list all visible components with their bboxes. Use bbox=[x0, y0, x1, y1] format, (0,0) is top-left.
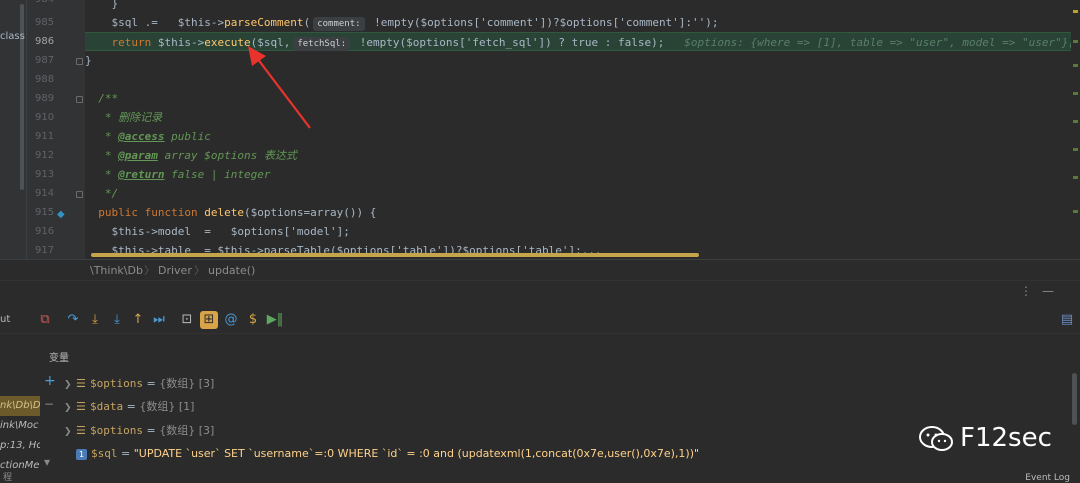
frame-item[interactable]: nk\Db\Dr bbox=[0, 396, 40, 416]
line-gutter: 984 985 986 987 988 989 910 911 912 913 … bbox=[27, 0, 85, 259]
line-number: 987 bbox=[35, 55, 55, 66]
code-line: public function delete($options=array())… bbox=[98, 206, 377, 219]
stripe-mark[interactable] bbox=[1073, 10, 1078, 13]
remove-watch-icon[interactable]: − bbox=[44, 397, 54, 411]
wechat-icon bbox=[919, 426, 953, 451]
frames-icon[interactable]: ⧉ bbox=[36, 311, 54, 329]
variable-row[interactable]: ❯ ☰ $options = {数组} [3] bbox=[64, 372, 214, 395]
variables-header: 变量 bbox=[0, 334, 1080, 368]
code-line: } bbox=[85, 54, 92, 67]
line-number: 912 bbox=[35, 150, 55, 161]
error-stripe[interactable] bbox=[1071, 0, 1080, 259]
line-number: 916 bbox=[35, 226, 55, 237]
more-options-icon[interactable]: ⋮ bbox=[1020, 284, 1032, 298]
variable-row[interactable]: 1 $sql = "UPDATE `user` SET `username`=:0… bbox=[76, 442, 699, 465]
layout-icon[interactable]: ▤ bbox=[1058, 311, 1076, 329]
expand-chevron-icon[interactable]: ❯ bbox=[64, 421, 76, 444]
event-log-link[interactable]: Event Log bbox=[1025, 473, 1070, 483]
line-number: 988 bbox=[35, 74, 55, 85]
stripe-mark[interactable] bbox=[1073, 210, 1078, 213]
code-line: */ bbox=[98, 187, 119, 200]
array-icon: ☰ bbox=[76, 424, 86, 437]
line-number: 985 bbox=[35, 17, 55, 28]
code-line: /** bbox=[98, 92, 119, 105]
line-number: 913 bbox=[35, 169, 55, 180]
watermark-text: F12sec bbox=[960, 423, 1052, 453]
string-type-icon: 1 bbox=[76, 448, 87, 460]
line-number: 910 bbox=[35, 112, 55, 123]
stripe-mark[interactable] bbox=[1073, 176, 1078, 179]
run-to-cursor-icon[interactable]: ⏭ bbox=[150, 311, 168, 329]
line-number: 917 bbox=[35, 245, 55, 256]
variable-row[interactable]: ❯ ☰ $data = {数组} [1] bbox=[64, 395, 194, 418]
breadcrumb-item[interactable]: \Think\Db bbox=[90, 262, 143, 279]
stripe-mark[interactable] bbox=[1073, 40, 1078, 43]
array-icon: ☰ bbox=[76, 377, 86, 390]
tab-label-fragment[interactable]: ut bbox=[0, 314, 10, 325]
stripe-mark[interactable] bbox=[1073, 64, 1078, 67]
panel-header: ⋮ — bbox=[0, 281, 1080, 303]
variables-scrollbar[interactable] bbox=[1072, 373, 1077, 425]
watermark: F12sec bbox=[918, 422, 1053, 456]
dollar-icon[interactable]: $ bbox=[244, 311, 262, 329]
annotation-arrow bbox=[248, 46, 311, 129]
variable-row[interactable]: ❯ ☰ $options = {数组} [3] bbox=[64, 419, 214, 442]
filter-icon[interactable]: ▾ bbox=[44, 455, 50, 469]
array-icon: ☰ bbox=[76, 400, 86, 413]
line-number: 911 bbox=[35, 131, 55, 142]
mention-icon[interactable]: @ bbox=[222, 311, 240, 329]
step-out-icon[interactable]: ↑ bbox=[129, 311, 147, 329]
param-hint: comment: bbox=[313, 17, 365, 31]
horizontal-scrollbar[interactable] bbox=[91, 253, 699, 257]
evaluate-icon[interactable]: ⊡ bbox=[178, 311, 196, 329]
fold-icon[interactable] bbox=[76, 191, 83, 198]
stripe-mark[interactable] bbox=[1073, 92, 1078, 95]
frame-item[interactable]: ink\Moc bbox=[0, 416, 40, 436]
code-line: * @access public bbox=[98, 130, 211, 143]
class-fragment: class bbox=[0, 31, 25, 42]
step-over-icon[interactable]: ↷ bbox=[64, 311, 82, 329]
line-number: 986 bbox=[35, 36, 55, 47]
code-line: } bbox=[111, 0, 119, 10]
code-line: * 删除记录 bbox=[98, 111, 163, 124]
frames-list: nk\Db\Dr ink\Moc p:13, Ho ctionMe bbox=[0, 374, 40, 483]
code-line: * @return false | integer bbox=[98, 168, 271, 181]
line-number: 984 bbox=[35, 0, 79, 5]
expand-chevron-icon[interactable]: ❯ bbox=[64, 374, 76, 397]
step-into-icon[interactable]: ⤓ bbox=[86, 311, 104, 329]
breadcrumb-separator: 〉 bbox=[144, 264, 155, 277]
add-watch-icon[interactable]: + bbox=[44, 373, 56, 389]
project-strip: class bbox=[0, 0, 27, 259]
frame-item[interactable]: p:13, Ho bbox=[0, 436, 40, 456]
inline-debug-values: $options: {where => [1], table => "user"… bbox=[684, 36, 1080, 49]
resume-icon[interactable]: ▶‖ bbox=[266, 311, 284, 329]
breadcrumb-item[interactable]: Driver bbox=[158, 262, 192, 279]
bottom-fragment: 程 bbox=[3, 473, 13, 483]
fold-icon[interactable] bbox=[76, 58, 83, 65]
breadcrumb-separator: 〉 bbox=[194, 264, 205, 277]
code-editor[interactable]: class 984 985 986 987 988 989 910 911 91… bbox=[0, 0, 1080, 259]
override-marker-icon[interactable]: ◆ bbox=[57, 209, 65, 220]
breadcrumb: \Think\Db 〉 Driver 〉 update() bbox=[0, 259, 1080, 280]
current-execution-line: return $this->execute($sql, fetchSql: !em… bbox=[85, 32, 1080, 51]
force-step-into-icon[interactable]: ⤓ bbox=[108, 311, 126, 329]
stripe-mark[interactable] bbox=[1073, 148, 1078, 151]
code-line: $sql .= $this->parseComment(comment: !em… bbox=[85, 16, 719, 31]
variables-title: 变量 bbox=[49, 353, 69, 364]
line-number: 989 bbox=[35, 93, 55, 104]
stripe-mark[interactable] bbox=[1073, 120, 1078, 123]
minimize-icon[interactable]: — bbox=[1042, 284, 1054, 298]
line-number: 914 bbox=[35, 188, 55, 199]
watch-toggle-icon[interactable]: ⊞ bbox=[200, 311, 218, 329]
code-line: * @param array $options 表达式 bbox=[98, 149, 297, 162]
expand-chevron-icon[interactable]: ❯ bbox=[64, 397, 76, 420]
breadcrumb-item[interactable]: update() bbox=[208, 262, 255, 279]
debug-toolbar: ut ⧉ ↷ ⤓ ⤓ ↑ ⏭ ⊡ ⊞ @ $ ▶‖ ▤ bbox=[0, 308, 1080, 334]
fold-icon[interactable] bbox=[76, 96, 83, 103]
code-line: $this->model = $options['model']; bbox=[85, 225, 350, 238]
